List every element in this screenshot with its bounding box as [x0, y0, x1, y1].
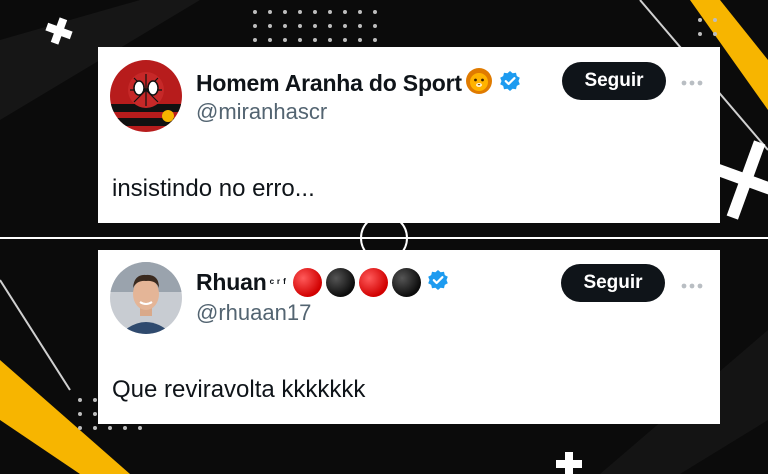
tweet-text: insistindo no erro... [112, 175, 315, 202]
name-row: Rhuan ᶜʳᶠ [196, 268, 449, 297]
more-options-icon[interactable] [680, 278, 704, 296]
verified-badge-icon [499, 70, 521, 97]
black-circle-emoji-icon [392, 268, 422, 297]
red-circle-emoji-icon [359, 268, 389, 297]
user-handle[interactable]: @rhuaan17 [196, 300, 311, 326]
avatar[interactable] [110, 60, 182, 132]
avatar[interactable] [110, 262, 182, 334]
tweet-card: Homem Aranha do Sport @miranhascr Seguir… [98, 47, 720, 223]
more-options-icon[interactable] [680, 75, 704, 93]
user-handle[interactable]: @miranhascr [196, 99, 327, 125]
name-superscript: ᶜʳᶠ [269, 275, 290, 290]
red-circle-emoji-icon [293, 268, 323, 297]
display-name[interactable]: Homem Aranha do Sport [196, 70, 462, 97]
follow-button[interactable]: Seguir [561, 264, 665, 302]
black-circle-emoji-icon [326, 268, 356, 297]
display-name[interactable]: Rhuan [196, 269, 267, 296]
name-row: Homem Aranha do Sport [196, 67, 521, 100]
tweet-text: Que reviravolta kkkkkkk [112, 376, 366, 403]
follow-button[interactable]: Seguir [562, 62, 666, 100]
tweet-card: Rhuan ᶜʳᶠ @rhuaan17 Seguir Que reviravol… [98, 250, 720, 424]
verified-badge-icon [427, 269, 449, 296]
emoji-dots [289, 268, 422, 297]
lion-face-emoji-icon [465, 67, 493, 100]
